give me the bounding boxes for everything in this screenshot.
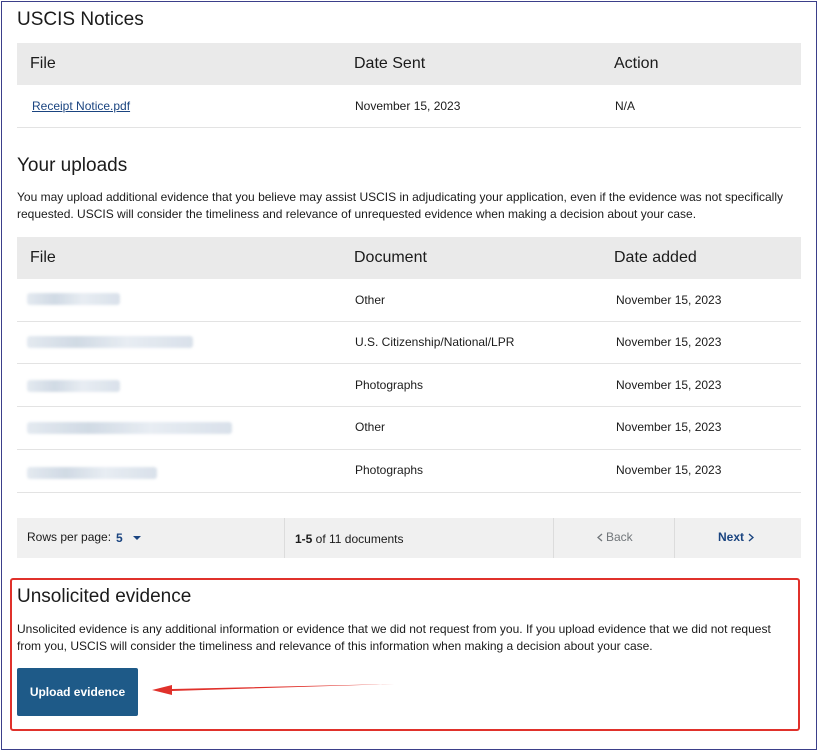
rows-per-page-select[interactable]: 5 [113, 526, 147, 550]
rows-per-page-label: Rows per page: [27, 530, 112, 544]
date-added: November 15, 2023 [616, 378, 722, 392]
chevron-right-icon [748, 533, 754, 542]
table-row: Other November 15, 2023 [17, 406, 801, 450]
chevron-left-icon [597, 533, 603, 542]
table-row: Photographs November 15, 2023 [17, 363, 801, 407]
table-row: Other November 15, 2023 [17, 279, 801, 322]
notices-table-header: File Date Sent Action [17, 43, 801, 85]
arrow-annotation [152, 684, 395, 695]
unsolicited-description: Unsolicited evidence is any additional i… [17, 622, 771, 653]
date-added: November 15, 2023 [616, 335, 722, 349]
unsolicited-title: Unsolicited evidence [17, 586, 192, 607]
column-header-document: Document [354, 249, 427, 266]
next-button[interactable]: Next [675, 518, 801, 558]
uploads-description: You may upload additional evidence that … [17, 190, 784, 221]
pagination-bar: Rows per page: 5 1-5 of 11 documents Bac… [17, 518, 801, 558]
redacted-filename [27, 467, 157, 479]
receipt-notice-link[interactable]: Receipt Notice.pdf [32, 99, 130, 113]
document-type: Photographs [355, 463, 424, 477]
table-row: Receipt Notice.pdf November 15, 2023 N/A [17, 85, 801, 128]
date-sent: November 15, 2023 [355, 99, 461, 113]
redacted-filename [27, 336, 193, 348]
uploads-table-header: File Document Date added [17, 237, 801, 279]
rows-per-page-value: 5 [116, 531, 123, 545]
back-label: Back [606, 530, 633, 544]
document-type: Other [355, 293, 386, 307]
table-row: Photographs November 15, 2023 [17, 449, 801, 493]
date-added: November 15, 2023 [616, 293, 722, 307]
column-header-action: Action [614, 55, 659, 72]
action-value: N/A [615, 99, 636, 113]
chevron-down-icon [133, 536, 141, 540]
notices-title: USCIS Notices [17, 9, 144, 30]
column-header-date-added: Date added [614, 249, 697, 266]
redacted-filename [27, 293, 120, 305]
document-type: Photographs [355, 378, 424, 392]
divider [284, 518, 285, 558]
redacted-filename [27, 380, 120, 392]
uploads-title: Your uploads [17, 155, 128, 176]
redacted-filename [27, 422, 232, 434]
back-button[interactable]: Back [554, 518, 674, 558]
date-added: November 15, 2023 [616, 463, 722, 477]
next-label: Next [718, 530, 745, 544]
column-header-date-sent: Date Sent [354, 55, 426, 72]
document-type: Other [355, 420, 386, 434]
column-header-file: File [30, 249, 56, 266]
table-row: U.S. Citizenship/National/LPR November 1… [17, 321, 801, 364]
document-type: U.S. Citizenship/National/LPR [355, 335, 515, 349]
column-header-file: File [30, 55, 56, 72]
pagination-range: 1-5 of 11 documents [295, 532, 404, 546]
date-added: November 15, 2023 [616, 420, 722, 434]
upload-evidence-button[interactable]: Upload evidence [17, 668, 138, 716]
